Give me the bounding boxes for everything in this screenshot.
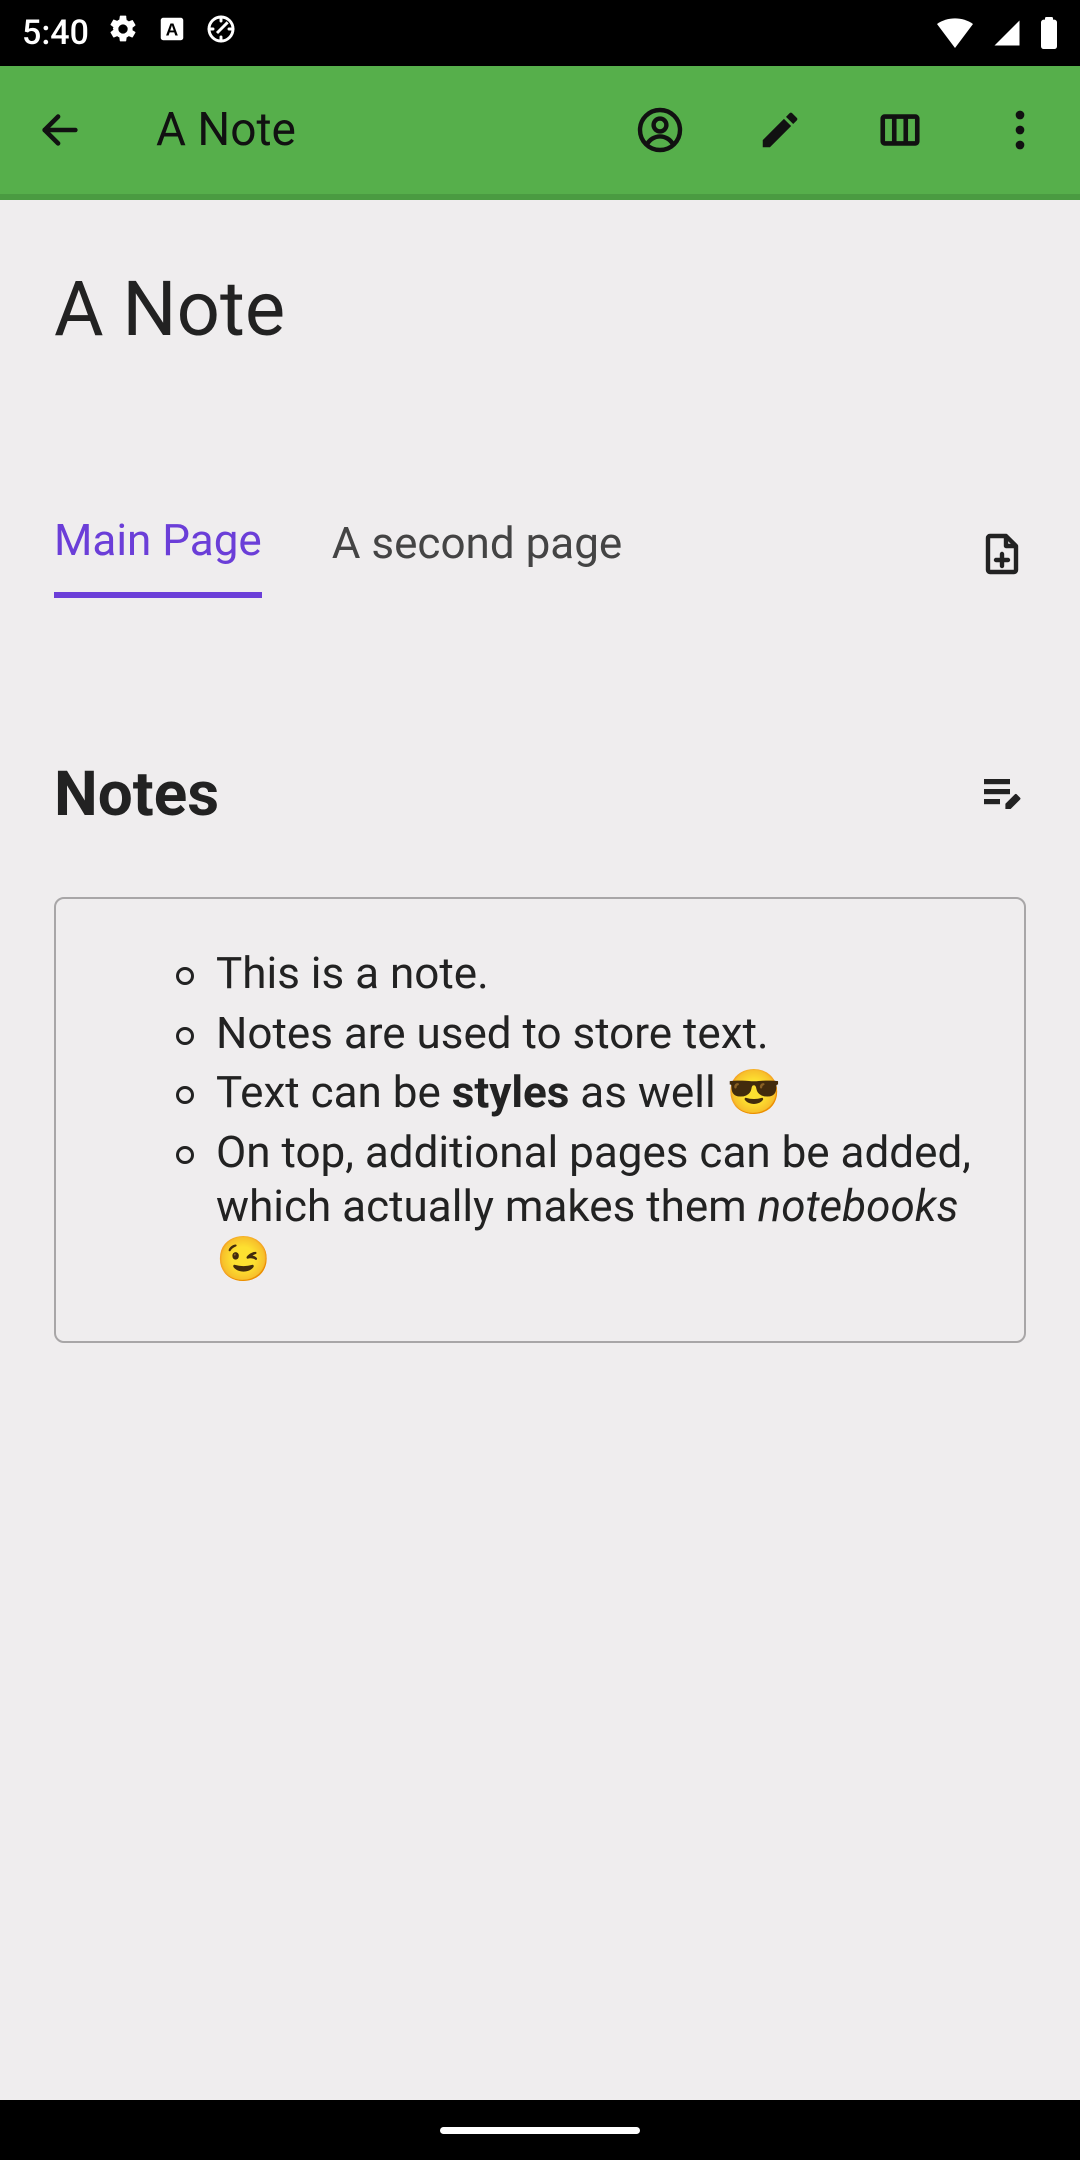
status-left: 5:40 A bbox=[22, 13, 237, 54]
account-button[interactable] bbox=[624, 94, 696, 166]
section-row: Notes bbox=[54, 758, 1026, 831]
account-circle-icon bbox=[636, 106, 684, 154]
columns-button[interactable] bbox=[864, 94, 936, 166]
arrow-left-icon bbox=[37, 107, 83, 153]
file-plus-icon bbox=[978, 563, 1026, 582]
playlist-edit-icon bbox=[978, 802, 1026, 821]
more-vert-icon bbox=[1015, 109, 1025, 151]
note-box[interactable]: This is a note. Notes are used to store … bbox=[54, 897, 1026, 1343]
note-item: On top, additional pages can be added, w… bbox=[176, 1126, 984, 1287]
note-item: This is a note. bbox=[176, 947, 984, 1001]
settings-icon bbox=[107, 13, 139, 54]
nav-handle[interactable] bbox=[440, 2127, 640, 2134]
status-time: 5:40 bbox=[22, 13, 89, 53]
page-title: A Note bbox=[54, 264, 1026, 354]
tab-second-page[interactable]: A second page bbox=[332, 517, 623, 595]
note-item: Text can be styles as well 😎 bbox=[176, 1066, 984, 1120]
target-icon bbox=[205, 13, 237, 54]
content: A Note Main Page A second page Notes Thi… bbox=[0, 200, 1080, 1343]
back-button[interactable] bbox=[24, 94, 96, 166]
tab-main-page[interactable]: Main Page bbox=[54, 514, 262, 598]
columns-icon bbox=[877, 107, 923, 153]
more-button[interactable] bbox=[984, 94, 1056, 166]
tab-label: Main Page bbox=[54, 514, 262, 566]
app-bar: A Note bbox=[0, 66, 1080, 200]
note-list: This is a note. Notes are used to store … bbox=[176, 947, 984, 1287]
status-bar: 5:40 A bbox=[0, 0, 1080, 66]
pencil-icon bbox=[757, 107, 803, 153]
cell-signal-icon bbox=[992, 18, 1022, 48]
note-item: Notes are used to store text. bbox=[176, 1007, 984, 1061]
nav-bar bbox=[0, 2100, 1080, 2160]
battery-icon bbox=[1040, 17, 1058, 49]
tab-label: A second page bbox=[332, 517, 623, 569]
add-page-button[interactable] bbox=[978, 530, 1026, 582]
text-box-icon: A bbox=[157, 13, 187, 53]
status-right bbox=[936, 17, 1058, 49]
appbar-title: A Note bbox=[156, 103, 296, 157]
svg-text:A: A bbox=[166, 19, 179, 39]
edit-button[interactable] bbox=[744, 94, 816, 166]
edit-list-button[interactable] bbox=[978, 769, 1026, 821]
section-heading: Notes bbox=[54, 758, 978, 831]
wifi-icon bbox=[936, 18, 974, 48]
tabs-row: Main Page A second page bbox=[54, 514, 1026, 598]
